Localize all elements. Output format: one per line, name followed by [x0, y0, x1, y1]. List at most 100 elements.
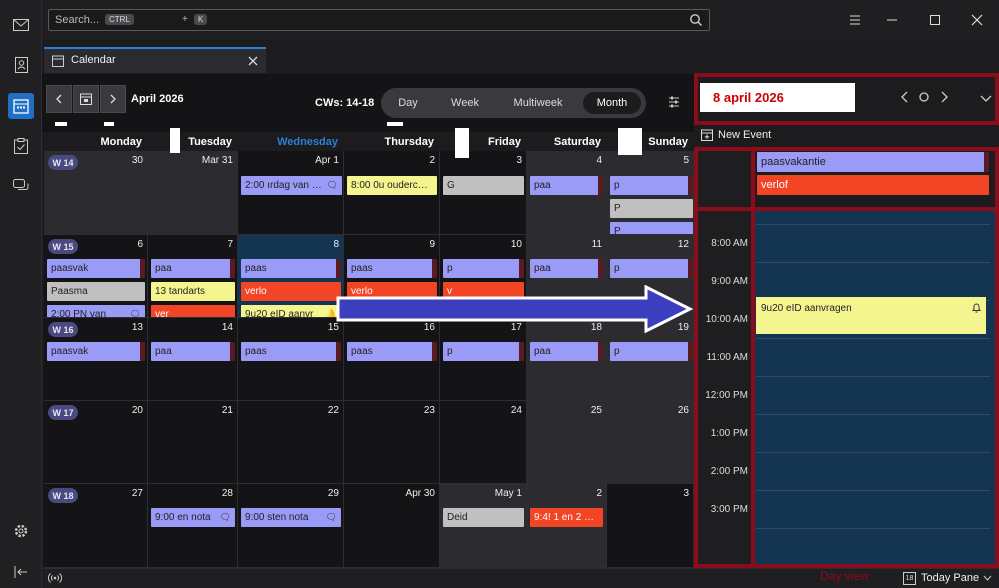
- tasks-icon[interactable]: [8, 133, 34, 159]
- event-item[interactable]: P: [610, 222, 693, 234]
- event-item[interactable]: paas: [241, 342, 341, 361]
- previous-button[interactable]: [46, 85, 72, 113]
- day-cell[interactable]: W 16 13 paasvak: [44, 318, 148, 401]
- event-item[interactable]: verlo: [241, 282, 341, 301]
- event-item[interactable]: p: [443, 259, 524, 278]
- chevron-left-icon[interactable]: [898, 90, 912, 104]
- event-item[interactable]: paas: [347, 259, 437, 278]
- event-item[interactable]: paas: [347, 342, 437, 361]
- week-number[interactable]: W 17: [48, 405, 78, 420]
- menu-icon[interactable]: [845, 10, 865, 30]
- day-cell[interactable]: 4 paa: [527, 151, 607, 235]
- week-number[interactable]: W 15: [48, 239, 78, 254]
- event-item[interactable]: paa: [530, 342, 603, 361]
- day-cell[interactable]: 7 paa 13 tandarts ver: [148, 235, 238, 318]
- chevron-down-icon[interactable]: [979, 91, 993, 105]
- day-cell[interactable]: 21: [148, 401, 238, 484]
- day-cell[interactable]: 14 paa: [148, 318, 238, 401]
- day-cell[interactable]: 3: [607, 484, 694, 568]
- day-cell[interactable]: 5 p P P: [607, 151, 694, 235]
- day-cell[interactable]: 2 8:00 0u ouderc…: [344, 151, 440, 235]
- event-item[interactable]: 13 tandarts: [151, 282, 235, 301]
- day-cell[interactable]: 23: [344, 401, 440, 484]
- event-item[interactable]: p: [610, 342, 693, 361]
- event-item[interactable]: 2:00 ırdag van … 🗨: [241, 176, 342, 195]
- search-box[interactable]: Search... CTRL + K: [48, 9, 710, 31]
- event-item[interactable]: paa: [151, 342, 235, 361]
- today-pane-toggle[interactable]: 18 Today Pane: [903, 571, 995, 587]
- day-cell[interactable]: 15 paas: [238, 318, 344, 401]
- event-item[interactable]: ver: [151, 305, 235, 317]
- day-cell[interactable]: Mar 31: [148, 151, 238, 235]
- calendar-icon[interactable]: [8, 93, 34, 119]
- view-day[interactable]: Day: [387, 92, 429, 114]
- new-event-button[interactable]: New Event: [700, 128, 820, 144]
- day-cell[interactable]: W 17 20: [44, 401, 148, 484]
- minimize-icon[interactable]: [882, 10, 902, 30]
- event-item[interactable]: p: [443, 342, 524, 361]
- event-item[interactable]: paasvak: [47, 259, 145, 278]
- event-item[interactable]: p: [610, 259, 693, 278]
- address-book-icon[interactable]: [8, 52, 34, 78]
- event-item[interactable]: 8:00 0u ouderc…: [347, 176, 437, 195]
- view-settings-icon[interactable]: [667, 95, 681, 109]
- day-cell[interactable]: 25: [527, 401, 607, 484]
- event-item[interactable]: paasvak: [47, 342, 145, 361]
- day-cell[interactable]: W 18 27: [44, 484, 148, 568]
- day-cell[interactable]: 22: [238, 401, 344, 484]
- close-tab-icon[interactable]: [248, 56, 258, 66]
- mail-icon[interactable]: [8, 12, 34, 38]
- maximize-icon[interactable]: [925, 10, 945, 30]
- event-item[interactable]: P: [610, 199, 693, 218]
- event-item[interactable]: paa: [530, 259, 603, 278]
- day-time-grid[interactable]: [755, 211, 995, 564]
- view-week[interactable]: Week: [437, 92, 493, 114]
- event-item[interactable]: 9:4! 1 en 2 …: [530, 508, 603, 527]
- day-cell[interactable]: May 1 Deid: [440, 484, 527, 568]
- event-item[interactable]: Deid: [443, 508, 524, 527]
- today-button[interactable]: [73, 85, 99, 113]
- day-cell[interactable]: 24: [440, 401, 527, 484]
- today-circle-icon[interactable]: [917, 90, 931, 104]
- event-item[interactable]: paas: [241, 259, 341, 278]
- event-item[interactable]: p: [610, 176, 693, 195]
- day-number: 30: [131, 155, 143, 166]
- day-cell[interactable]: 26: [607, 401, 694, 484]
- day-cell[interactable]: 29 9:00 sten nota 🗨: [238, 484, 344, 568]
- event-item[interactable]: 9u20 eID aanvr 🔔: [241, 305, 341, 317]
- tab-calendar[interactable]: Calendar: [44, 47, 266, 73]
- hour-line: [756, 452, 990, 453]
- view-month[interactable]: Month: [583, 92, 641, 114]
- event-item[interactable]: 9:00 en nota 🗨: [151, 508, 235, 527]
- day-cell-today[interactable]: 8 paas verlo 9u20 eID aanvr 🔔: [238, 235, 344, 318]
- close-window-icon[interactable]: [967, 10, 987, 30]
- day-cell[interactable]: Apr 1 2:00 ırdag van … 🗨: [238, 151, 344, 235]
- event-item[interactable]: 9:00 sten nota 🗨: [241, 508, 341, 527]
- day-cell[interactable]: Apr 30: [344, 484, 440, 568]
- week-number[interactable]: W 14: [48, 155, 78, 170]
- event-item[interactable]: paa: [151, 259, 235, 278]
- next-button[interactable]: [100, 85, 126, 113]
- collapse-sidebar-icon[interactable]: [8, 559, 34, 585]
- week-number[interactable]: W 16: [48, 322, 78, 337]
- event-item[interactable]: paa: [530, 176, 603, 195]
- day-cell[interactable]: 2 9:4! 1 en 2 …: [527, 484, 607, 568]
- chevron-right-icon[interactable]: [937, 90, 951, 104]
- event-item[interactable]: 2:00 PN van 🗨: [47, 305, 145, 317]
- weekday-tuesday: Tuesday: [188, 136, 232, 148]
- online-status-icon[interactable]: [48, 572, 62, 584]
- day-cell[interactable]: 28 9:00 en nota 🗨: [148, 484, 238, 568]
- day-cell[interactable]: W 14 30: [44, 151, 148, 235]
- event-item[interactable]: Paasma: [47, 282, 145, 301]
- allday-event[interactable]: verlof: [757, 175, 989, 195]
- day-cell[interactable]: W 15 6 paasvak Paasma 2:00 PN van 🗨: [44, 235, 148, 318]
- event-item[interactable]: G: [443, 176, 524, 195]
- chat-icon[interactable]: [8, 173, 34, 199]
- week-number[interactable]: W 18: [48, 488, 78, 503]
- day-cell[interactable]: 3 G: [440, 151, 527, 235]
- day-event[interactable]: 9u20 eID aanvragen: [756, 297, 986, 334]
- search-icon[interactable]: [689, 13, 703, 27]
- allday-event[interactable]: paasvakantie: [757, 152, 989, 172]
- settings-gear-icon[interactable]: [8, 518, 34, 544]
- view-multiweek[interactable]: Multiweek: [499, 92, 577, 114]
